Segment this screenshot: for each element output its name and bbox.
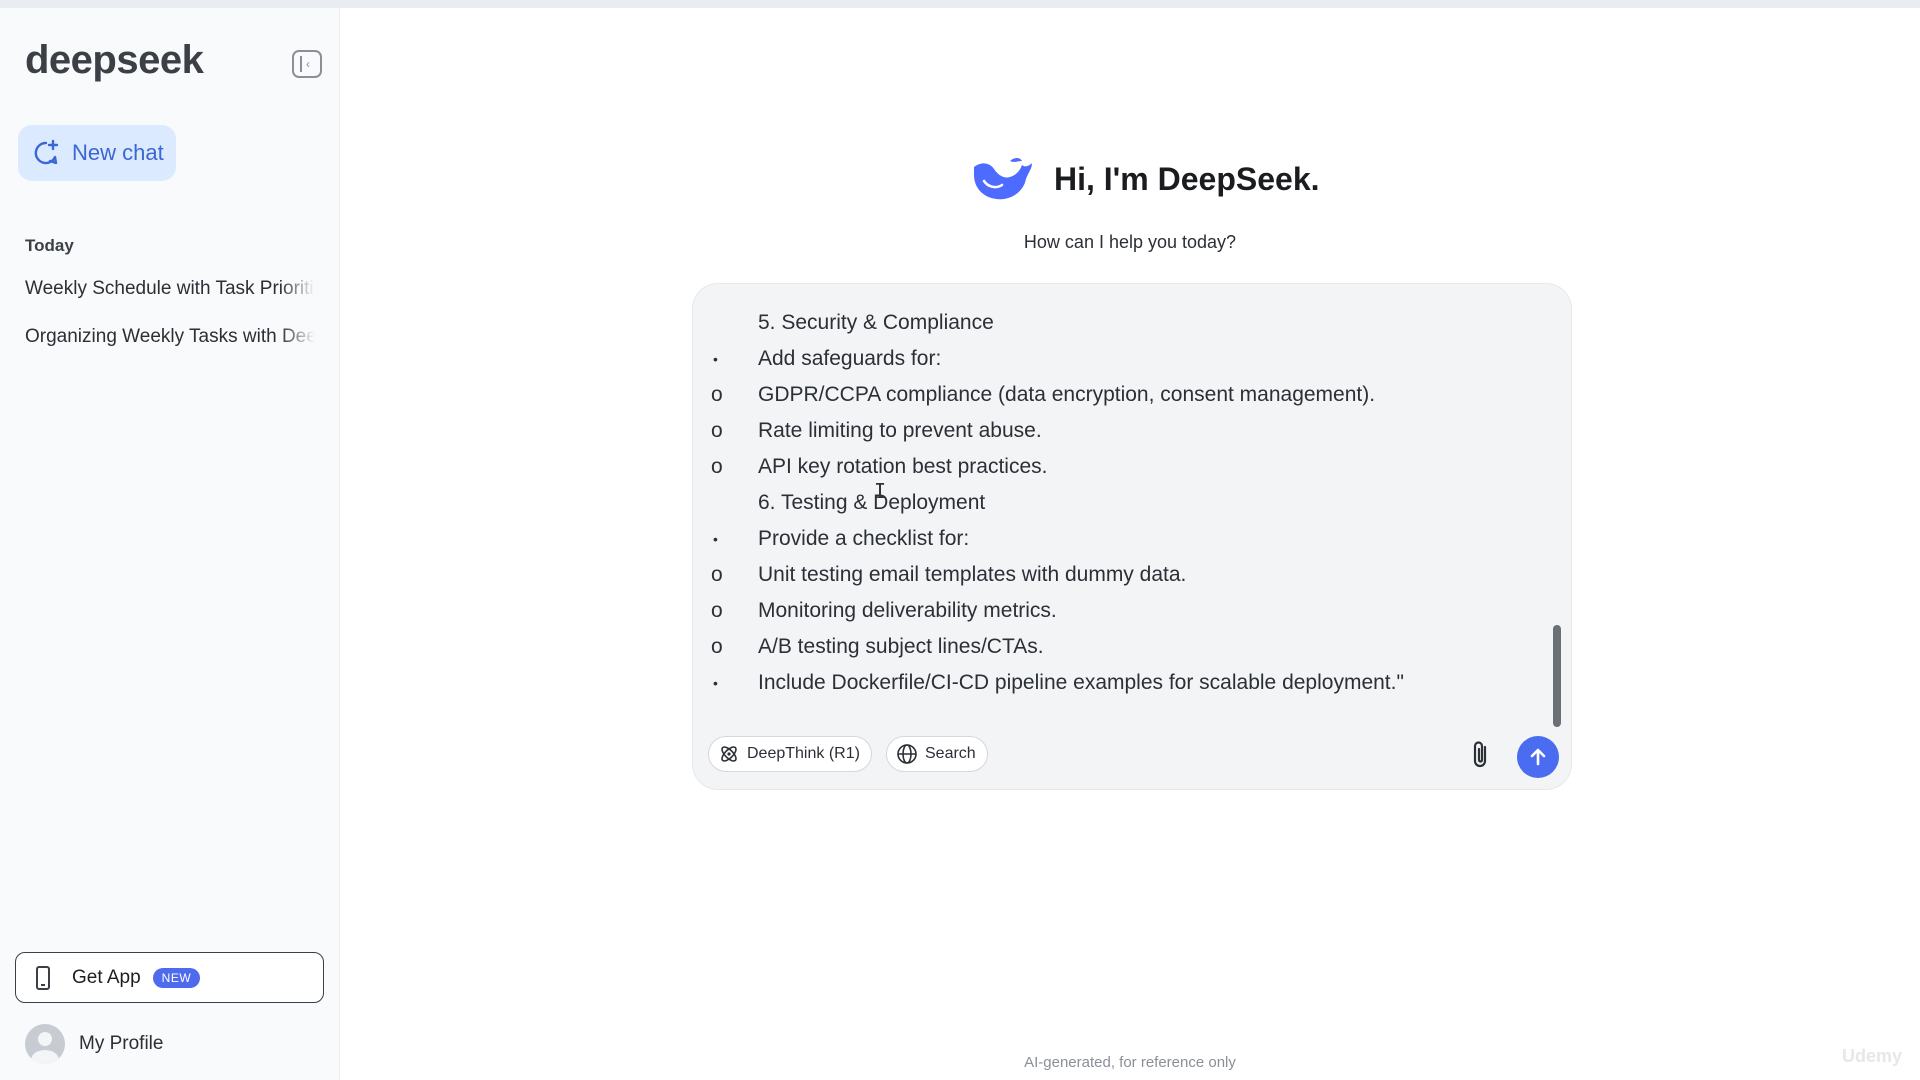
history-item[interactable]: Organizing Weekly Tasks with DeepSeek bbox=[25, 326, 315, 348]
prompt-line: 5. Security & Compliance bbox=[758, 311, 994, 334]
prompt-line: o Monitoring deliverability metrics. bbox=[711, 599, 1057, 622]
deepthink-toggle[interactable]: DeepThink (R1) bbox=[708, 736, 872, 772]
prompt-line: o A/B testing subject lines/CTAs. bbox=[711, 635, 1044, 658]
history-item[interactable]: Weekly Schedule with Task Prioritization bbox=[25, 278, 315, 300]
composer-scrollbar[interactable] bbox=[1553, 625, 1561, 727]
prompt-line: • Add safeguards for: bbox=[713, 347, 942, 370]
deepthink-label: DeepThink (R1) bbox=[747, 745, 860, 762]
deepseek-logo: deepseek bbox=[25, 38, 204, 82]
send-button[interactable] bbox=[1517, 736, 1559, 778]
message-composer[interactable]: 5. Security & Compliance • Add safeguards… bbox=[692, 283, 1572, 790]
get-app-button[interactable]: Get App NEW bbox=[15, 952, 324, 1003]
paperclip-icon[interactable] bbox=[1467, 739, 1495, 771]
globe-icon bbox=[897, 744, 917, 764]
avatar bbox=[25, 1024, 65, 1064]
text-cursor-icon: I bbox=[874, 479, 887, 503]
prompt-line: • Provide a checklist for: bbox=[713, 527, 970, 550]
arrow-up-icon bbox=[1530, 748, 1546, 766]
profile-label: My Profile bbox=[79, 1033, 164, 1054]
prompt-line: o GDPR/CCPA compliance (data encryption, … bbox=[711, 383, 1376, 406]
get-app-label: Get App bbox=[72, 966, 141, 988]
search-label: Search bbox=[925, 745, 976, 762]
prompt-line: o Unit testing email templates with dummy… bbox=[711, 563, 1187, 586]
top-border bbox=[0, 0, 1920, 8]
new-badge: NEW bbox=[152, 967, 201, 988]
atom-icon bbox=[721, 746, 737, 762]
prompt-line: o Rate limiting to prevent abuse. bbox=[711, 419, 1042, 442]
my-profile-button[interactable]: My Profile bbox=[25, 1024, 163, 1064]
welcome-header: Hi, I'm DeepSeek. bbox=[970, 155, 1320, 203]
greeting-title: Hi, I'm DeepSeek. bbox=[1054, 160, 1320, 197]
prompt-line: • Include Dockerfile/CI-CD pipeline examp… bbox=[713, 671, 1404, 694]
prompt-line: o API key rotation best practices. bbox=[711, 455, 1048, 478]
phone-icon bbox=[36, 965, 50, 990]
new-chat-label: New chat bbox=[72, 140, 164, 165]
prompt-textarea[interactable]: 5. Security & Compliance • Add safeguards… bbox=[711, 308, 1531, 704]
prompt-line: 6. Testing & Deployment bbox=[758, 491, 986, 514]
ai-disclaimer: AI-generated, for reference only bbox=[1024, 1054, 1236, 1071]
new-chat-button[interactable]: New chat bbox=[18, 125, 176, 181]
search-toggle[interactable]: Search bbox=[886, 736, 988, 772]
history-section-today: Today bbox=[25, 236, 74, 255]
whale-logo-icon bbox=[974, 158, 1032, 200]
watermark: Udemy bbox=[1842, 1046, 1903, 1066]
new-chat-icon bbox=[34, 139, 59, 165]
collapse-sidebar-icon[interactable]: ‹ bbox=[292, 50, 322, 78]
sidebar: deepseek ‹ New chat Today Weekly Schedul… bbox=[0, 8, 340, 1080]
greeting-subtitle: How can I help you today? bbox=[1023, 232, 1237, 252]
